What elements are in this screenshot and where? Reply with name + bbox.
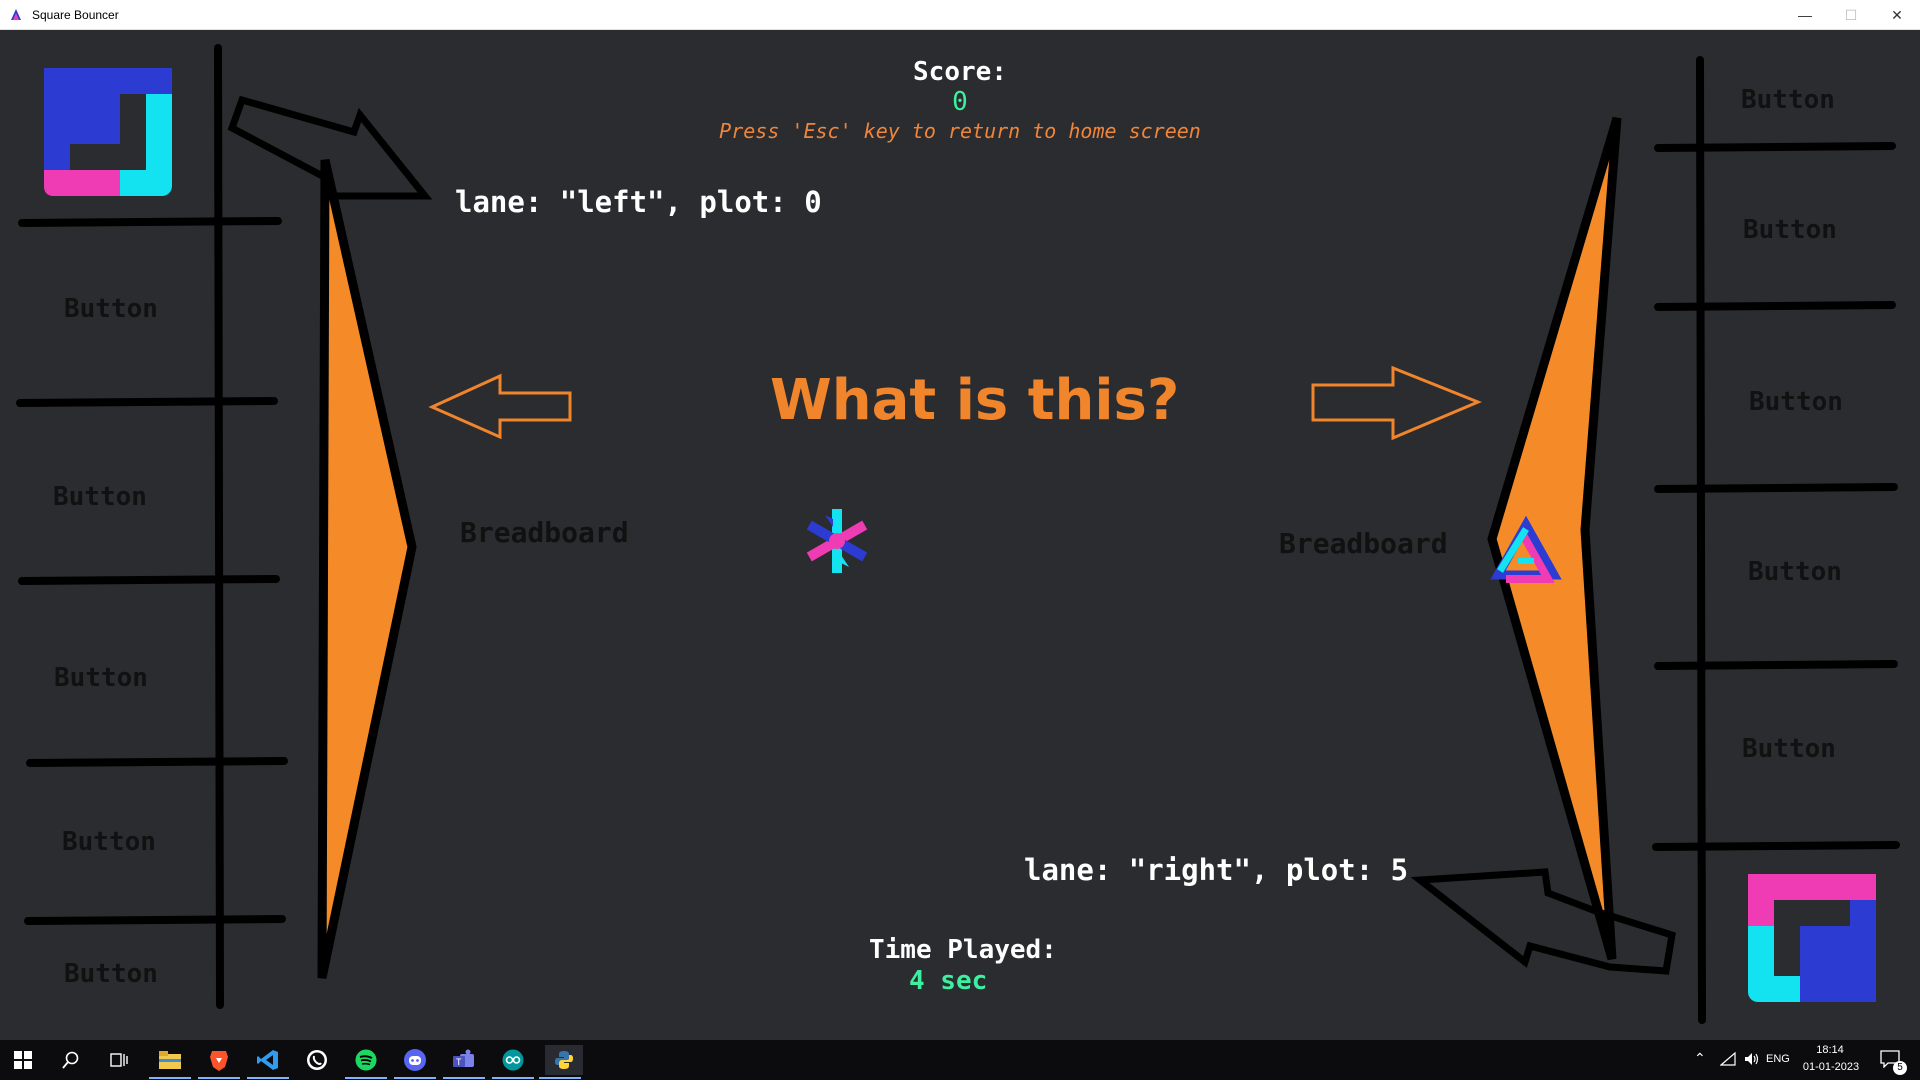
score-label: Score: (913, 57, 1007, 87)
discord-icon[interactable] (394, 1045, 436, 1079)
maximize-button[interactable]: ☐ (1828, 0, 1874, 30)
brave-icon[interactable] (198, 1045, 240, 1079)
score-value: 0 (952, 87, 968, 117)
vscode-icon[interactable] (247, 1045, 289, 1079)
question-text: What is this? (770, 368, 1180, 433)
title-bar: Square Bouncer — ☐ ✕ (0, 0, 1920, 30)
right-lane-info: lane: "right", plot: 5 (1024, 853, 1409, 887)
right-lane-button-5[interactable]: Button (1742, 734, 1836, 764)
windows-start-icon[interactable] (8, 1045, 38, 1075)
left-orange-arrow (428, 373, 572, 440)
left-paddle (317, 159, 417, 979)
notification-count-badge: 5 (1893, 1061, 1907, 1075)
teams-icon[interactable]: T (443, 1045, 485, 1079)
whatsapp-icon[interactable] (302, 1045, 332, 1075)
bottom-right-logo (1748, 874, 1876, 1002)
close-button[interactable]: ✕ (1874, 0, 1920, 30)
file-explorer-icon[interactable] (149, 1045, 191, 1079)
time-played-value: 4 sec (909, 966, 988, 996)
right-paddle (1487, 116, 1622, 961)
app-icon (11, 8, 21, 20)
minimize-button[interactable]: — (1782, 0, 1828, 30)
language-indicator[interactable]: ENG (1766, 1053, 1790, 1065)
right-lane-button-1[interactable]: Button (1741, 85, 1835, 115)
python-icon[interactable] (539, 1045, 583, 1079)
spotify-icon[interactable] (345, 1045, 387, 1079)
search-icon[interactable] (56, 1045, 86, 1075)
right-orange-arrow (1311, 365, 1482, 441)
left-lane-button-1[interactable]: Button (64, 294, 158, 324)
game-scene (16, 44, 1900, 1024)
taskbar: T ⌃ ENG 18:14 01-01-2023 5 (0, 1040, 1920, 1080)
volume-icon[interactable] (1744, 1052, 1760, 1069)
clock-time[interactable]: 18:14 (1803, 1044, 1857, 1056)
right-pointer-arrow (1410, 868, 1676, 975)
right-breadboard-label: Breadboard (1279, 527, 1448, 560)
right-lane-button-2[interactable]: Button (1743, 215, 1837, 245)
esc-hint: Press 'Esc' key to return to home screen (719, 119, 1201, 143)
left-breadboard-label: Breadboard (460, 516, 629, 549)
arduino-icon[interactable] (492, 1045, 534, 1079)
svg-text:T: T (456, 1057, 462, 1067)
right-lane-button-4[interactable]: Button (1748, 557, 1842, 587)
left-lane-button-5[interactable]: Button (64, 959, 158, 989)
network-icon[interactable] (1719, 1051, 1736, 1069)
left-lane-button-4[interactable]: Button (62, 827, 156, 857)
game-canvas: Score: 0 Press 'Esc' key to return to ho… (0, 30, 1920, 1040)
left-lane-button-2[interactable]: Button (53, 482, 147, 512)
left-lane-info: lane: "left", plot: 0 (455, 185, 822, 219)
left-lane-button-3[interactable]: Button (54, 663, 148, 693)
right-lane-button-3[interactable]: Button (1749, 387, 1843, 417)
time-played-label: Time Played: (869, 935, 1057, 965)
window-title: Square Bouncer (32, 7, 119, 22)
clock-date[interactable]: 01-01-2023 (1800, 1061, 1862, 1073)
task-view-icon[interactable] (104, 1045, 134, 1075)
tray-chevron-icon[interactable]: ⌃ (1694, 1050, 1706, 1067)
center-puck (806, 509, 868, 573)
